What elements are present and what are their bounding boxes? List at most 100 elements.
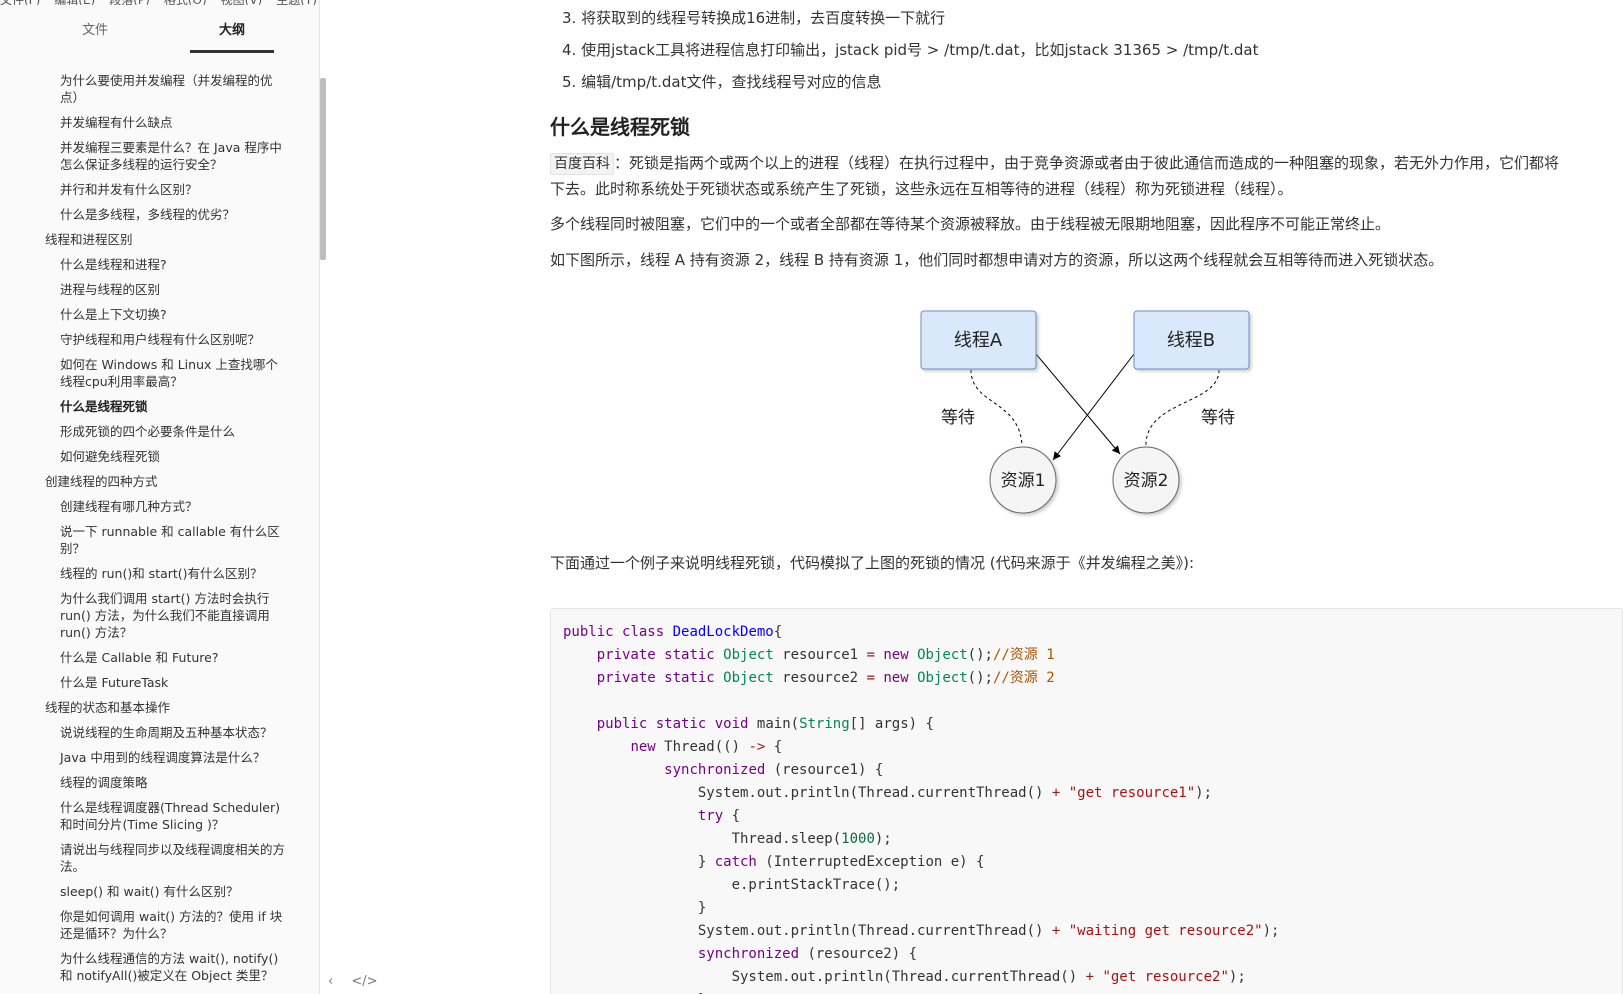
- outline-item[interactable]: 进程与线程的区别: [0, 277, 310, 302]
- outline-item[interactable]: 说说线程的生命周期及五种基本状态？: [0, 720, 310, 745]
- menu-item[interactable]: 格式(O): [164, 0, 207, 5]
- code-token: public: [563, 624, 623, 640]
- code-token: Object: [723, 670, 783, 686]
- code-token: synchronized: [664, 762, 774, 778]
- code-token: catch: [714, 854, 766, 870]
- outline-item[interactable]: 线程的状态和基本操作: [0, 695, 310, 720]
- outline-item[interactable]: 线程和进程区别: [0, 227, 310, 252]
- code-token: );: [874, 831, 892, 847]
- menu-item[interactable]: 段落(P): [109, 0, 150, 5]
- code-token: DeadLockDemo: [672, 624, 774, 640]
- code-token: ();: [967, 670, 993, 686]
- editor-area: 3. 将获取到的线程号转换成16进制，去百度转换一下就行 4. 使用jstack…: [330, 0, 1623, 994]
- menu-item[interactable]: 主题(T): [276, 0, 317, 5]
- code-token: static: [664, 670, 724, 686]
- code-token: =: [866, 647, 884, 663]
- outline-scrollbar[interactable]: [320, 78, 326, 260]
- outline-item[interactable]: 为什么 wait(), notify()和 notifyAll()必须: [0, 988, 310, 994]
- resource2-label: 资源2: [1124, 471, 1169, 491]
- outline-item[interactable]: 线程的 run()和 start()有什么区别？: [0, 561, 310, 586]
- outline-item[interactable]: 什么是上下文切换?: [0, 302, 310, 327]
- menu-bar: 文件(F)编辑(E)段落(P)格式(O)视图(V)主题(T)帮助(H): [0, 0, 319, 5]
- outline-item[interactable]: 为什么要使用并发编程（并发编程的优点）: [0, 68, 310, 110]
- code-token: main(: [756, 716, 800, 732]
- outline-item[interactable]: 你是如何调用 wait() 方法的？使用 if 块还是循环？为什么？: [0, 904, 310, 946]
- arrow-a-to-resource2: [1035, 353, 1121, 455]
- code-token: System.out.println(Thread.currentThread(…: [563, 969, 1086, 985]
- code-token: System.out.println(Thread.currentThread(…: [563, 923, 1052, 939]
- code-token: );: [1195, 785, 1213, 801]
- code-token: new: [630, 739, 665, 755]
- tab-outline[interactable]: 大纲: [190, 16, 274, 53]
- code-token: String: [799, 716, 850, 732]
- outline-item[interactable]: 创建线程有哪几种方式？: [0, 494, 310, 519]
- outline-list: 为什么要使用并发编程（并发编程的优点） 并发编程有什么缺点 并发编程三要素是什么？在…: [0, 68, 310, 994]
- code-token: {: [773, 739, 783, 755]
- code-token: e.printStackTrace();: [563, 877, 901, 893]
- code-token: =: [866, 670, 884, 686]
- code-token: +: [1051, 785, 1069, 801]
- code-token: resource1: [782, 647, 867, 663]
- thread-b-label: 线程B: [1167, 330, 1215, 351]
- sidebar-tabs: 文件 大纲: [0, 16, 319, 53]
- paragraph-code-intro: 下面通过一个例子来说明线程死锁，代码模拟了上图的死锁的情况 (代码来源于《并发编…: [550, 554, 1195, 572]
- menu-item[interactable]: 视图(V): [221, 0, 263, 5]
- outline-item[interactable]: 形成死锁的四个必要条件是什么: [0, 419, 310, 444]
- list-item: 3. 将获取到的线程号转换成16进制，去百度转换一下就行: [562, 9, 946, 27]
- outline-item[interactable]: 并发编程三要素是什么？在 Java 程序中怎么保证多线程的运行安全？: [0, 135, 310, 177]
- code-token: (resource1) {: [773, 762, 884, 778]
- code-token: (resource2) {: [807, 946, 918, 962]
- outline-item[interactable]: 说一下 runnable 和 callable 有什么区别？: [0, 519, 310, 561]
- resource2-node: 资源2: [1112, 446, 1180, 514]
- paragraph-figure-intro: 如下图所示，线程 A 持有资源 2，线程 B 持有资源 1，他们同时都想申请对方…: [550, 251, 1444, 269]
- outline-item[interactable]: 并行和并发有什么区别？: [0, 177, 310, 202]
- code-token: +: [1085, 969, 1103, 985]
- outline-item[interactable]: sleep() 和 wait() 有什么区别？: [0, 879, 310, 904]
- outline-item[interactable]: 请说出与线程同步以及线程调度相关的方法。: [0, 837, 310, 879]
- code-token: );: [1228, 969, 1246, 985]
- code-token: "get resource2": [1102, 969, 1229, 985]
- list-item: 4. 使用jstack工具将进程信息打印输出，jstack pid号 > /tm…: [562, 41, 1259, 59]
- outline-item[interactable]: 如何在 Windows 和 Linux 上查找哪个线程cpu利用率最高？: [0, 352, 310, 394]
- code-token: synchronized: [697, 946, 808, 962]
- outline-item[interactable]: 什么是线程调度器(Thread Scheduler)和时间分片(Time Sli…: [0, 795, 310, 837]
- outline-item[interactable]: 什么是 FutureTask: [0, 670, 310, 695]
- outline-item[interactable]: 为什么我们调用 start() 方法时会执行 run() 方法，为什么我们不能直…: [0, 586, 310, 645]
- list-item: 5. 编辑/tmp/t.dat文件，查找线程号对应的信息: [562, 73, 882, 91]
- outline-item[interactable]: 并发编程有什么缺点: [0, 110, 310, 135]
- menu-item[interactable]: 编辑(E): [54, 0, 95, 5]
- resource1-label: 资源1: [1001, 471, 1046, 491]
- code-token: class: [622, 624, 673, 640]
- thread-b-node: 线程B: [1133, 310, 1250, 370]
- section-heading: 什么是线程死锁: [550, 115, 690, 139]
- code-token: Object: [723, 647, 783, 663]
- code-token: Thread.sleep(: [563, 831, 842, 847]
- code-token: new: [883, 647, 918, 663]
- code-block[interactable]: public class DeadLockDemo{ private stati…: [550, 608, 1623, 994]
- paragraph-definition: 百度百科 ：死锁是指两个或两个以上的进程（线程）在执行过程中，由于竞争资源或者由于…: [550, 150, 1559, 176]
- outline-item[interactable]: 如何避免线程死锁: [0, 444, 310, 469]
- wait-label-left: 等待: [941, 408, 975, 428]
- outline-item[interactable]: 线程的调度策略: [0, 770, 310, 795]
- outline-item[interactable]: 什么是 Callable 和 Future?: [0, 645, 310, 670]
- code-token: Object: [917, 670, 968, 686]
- code-token: (InterruptedException e) {: [765, 854, 985, 870]
- outline-item[interactable]: 守护线程和用户线程有什么区别呢？: [0, 327, 310, 352]
- outline-item[interactable]: 创建线程的四种方式: [0, 469, 310, 494]
- outline-item[interactable]: 什么是线程死锁: [0, 394, 310, 419]
- sidebar: 文件(F)编辑(E)段落(P)格式(O)视图(V)主题(T)帮助(H) 文件 大…: [0, 0, 320, 994]
- outline-item[interactable]: 什么是多线程，多线程的优劣？: [0, 202, 310, 227]
- code-token: //资源 1: [992, 647, 1055, 663]
- menu-item[interactable]: 文件(F): [0, 0, 40, 5]
- tab-file[interactable]: 文件: [55, 16, 135, 50]
- outline-item[interactable]: 什么是线程和进程?: [0, 252, 310, 277]
- outline-item[interactable]: 为什么线程通信的方法 wait(), notify()和 notifyAll()…: [0, 946, 310, 988]
- paragraph-blocking: 多个线程同时被阻塞，它们中的一个或者全部都在等待某个资源被释放。由于线程被无限期…: [550, 215, 1391, 233]
- outline-item[interactable]: Java 中用到的线程调度算法是什么？: [0, 745, 310, 770]
